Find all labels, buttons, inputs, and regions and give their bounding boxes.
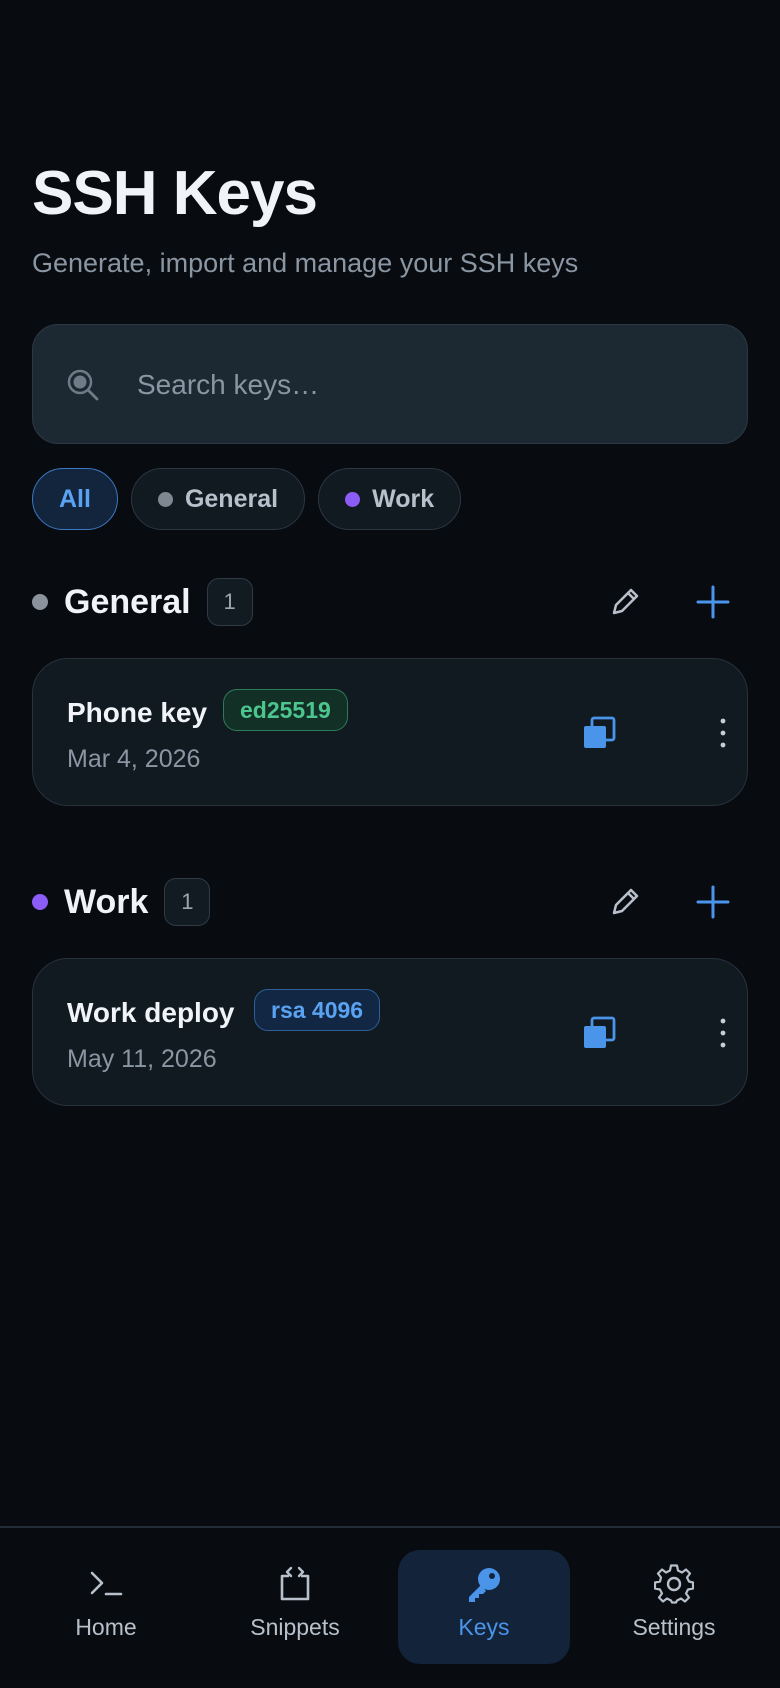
filter-chip-general[interactable]: General [130, 468, 306, 530]
group-color-dot [32, 594, 48, 610]
copy-icon[interactable] [581, 715, 617, 751]
pencil-icon [612, 588, 639, 615]
tab-label: Snippets [250, 1614, 340, 1640]
tab-label: Keys [458, 1614, 510, 1640]
group-color-dot [32, 894, 48, 910]
key-type-badge: ed25519 [223, 689, 348, 731]
plus-icon [696, 585, 730, 619]
more-options-icon[interactable] [701, 711, 745, 755]
search-input[interactable] [137, 355, 717, 415]
group-name: General [64, 582, 191, 621]
terminal-icon [90, 1571, 123, 1596]
key-name: Work deploy [67, 997, 235, 1028]
tab-label: Settings [632, 1614, 716, 1640]
plus-icon [696, 885, 730, 919]
tab-label: Home [75, 1614, 137, 1640]
edit-group-button[interactable] [600, 877, 650, 927]
code-snippet-icon [280, 1566, 310, 1601]
group-name: Work [64, 882, 149, 921]
page-title: SSH Keys [32, 159, 318, 228]
tab-settings[interactable]: Settings [588, 1550, 760, 1664]
key-name: Phone key [67, 697, 208, 728]
bottom-tab-bar: Home Snippets Keys Settings [0, 1526, 780, 1688]
search-bar[interactable] [32, 324, 748, 444]
page-header: SSH Keys Generate, import and manage you… [32, 158, 748, 280]
add-key-button[interactable] [688, 877, 738, 927]
group-count-badge: 1 [206, 578, 253, 626]
key-card-phone-key[interactable]: Phone key ed25519 Mar 4, 2026 [32, 658, 748, 806]
color-dot [157, 491, 173, 507]
filter-chip-work[interactable]: Work [318, 468, 462, 530]
filter-chip-label: General [184, 484, 279, 513]
key-card-work-deploy[interactable]: Work deploy rsa 4096 May 11, 2026 [32, 958, 748, 1106]
filter-chip-all[interactable]: All [32, 468, 118, 530]
filter-chips: All General Work [32, 468, 462, 530]
group-header-general: General 1 [32, 577, 748, 627]
key-type-badge: rsa 4096 [254, 989, 381, 1031]
key-date: Mar 4, 2026 [67, 745, 201, 773]
group-header-work: Work 1 [32, 877, 748, 927]
tab-keys[interactable]: Keys [398, 1550, 570, 1664]
key-date: May 11, 2026 [67, 1045, 217, 1073]
edit-group-button[interactable] [600, 577, 650, 627]
search-icon [67, 369, 99, 401]
tab-home[interactable]: Home [20, 1550, 192, 1664]
page-subtitle: Generate, import and manage your SSH key… [32, 248, 579, 278]
color-dot [345, 491, 361, 507]
filter-chip-label: All [59, 484, 91, 513]
pencil-icon [612, 888, 639, 915]
gear-icon [654, 1564, 694, 1604]
add-key-button[interactable] [688, 577, 738, 627]
copy-icon[interactable] [581, 1015, 617, 1051]
key-icon [469, 1568, 500, 1602]
filter-chip-label: Work [372, 484, 435, 513]
tab-snippets[interactable]: Snippets [209, 1550, 381, 1664]
group-count-badge: 1 [164, 878, 211, 926]
more-options-icon[interactable] [701, 1011, 745, 1055]
